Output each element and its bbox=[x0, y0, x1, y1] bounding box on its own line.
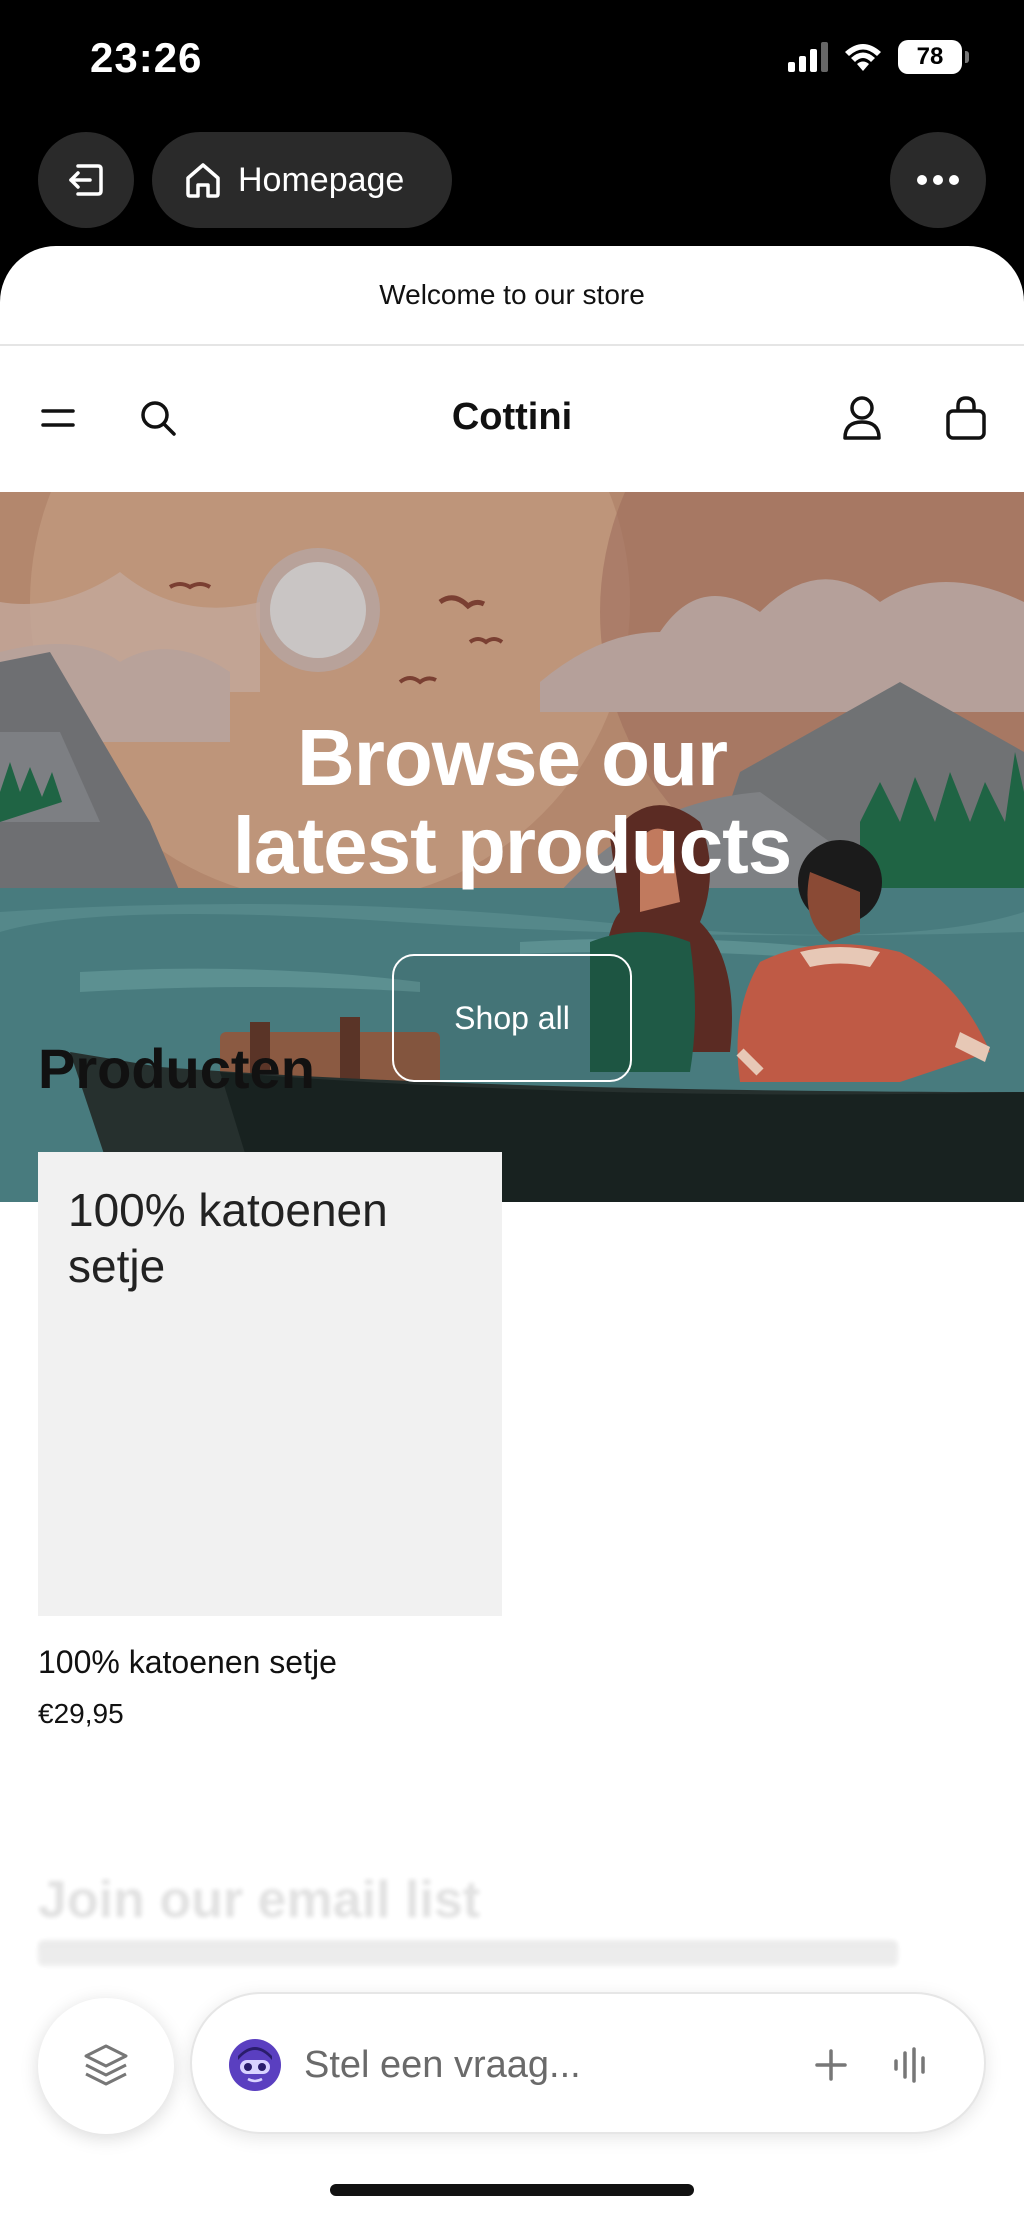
status-icons: 78 bbox=[788, 40, 969, 74]
add-button[interactable] bbox=[806, 2040, 856, 2090]
layers-icon bbox=[84, 2044, 128, 2086]
chat-input[interactable] bbox=[304, 2032, 784, 2098]
exit-button[interactable] bbox=[38, 132, 134, 228]
voice-button[interactable] bbox=[886, 2040, 936, 2090]
product-card-image[interactable]: 100% katoenen setje bbox=[38, 1152, 502, 1616]
voice-icon bbox=[894, 2047, 925, 2083]
product-price: €29,95 bbox=[38, 1698, 124, 1729]
status-time: 23:26 bbox=[90, 34, 203, 81]
status-bar: 23:26 78 bbox=[0, 0, 1024, 120]
product-image-placeholder-text: 100% katoenen setje bbox=[68, 1184, 388, 1292]
hero-title-line1: Browse our bbox=[296, 713, 728, 802]
product-name[interactable]: 100% katoenen setje bbox=[38, 1644, 337, 1681]
homepage-label: Homepage bbox=[238, 160, 405, 199]
more-button[interactable] bbox=[890, 132, 986, 228]
store-header: Cottini bbox=[0, 346, 1024, 492]
chat-bar bbox=[190, 1992, 986, 2134]
cart-button[interactable] bbox=[942, 394, 990, 442]
plus-icon bbox=[815, 2049, 847, 2081]
hero-title-line2: latest products bbox=[232, 801, 792, 890]
products-heading: Producten bbox=[38, 1037, 315, 1100]
battery-indicator: 78 bbox=[898, 40, 969, 74]
home-icon bbox=[186, 163, 220, 198]
cart-icon bbox=[946, 396, 986, 440]
assistant-avatar bbox=[229, 2039, 281, 2091]
more-icon bbox=[917, 175, 959, 185]
account-icon bbox=[843, 396, 881, 440]
homepage-button[interactable]: Homepage bbox=[152, 132, 452, 228]
home-indicator bbox=[330, 2184, 694, 2196]
shop-all-button[interactable]: Shop all bbox=[392, 954, 632, 1082]
hero-title: Browse our latest products bbox=[0, 714, 1024, 890]
account-button[interactable] bbox=[838, 394, 886, 442]
wifi-icon bbox=[845, 44, 881, 71]
email-list-heading: Join our email list bbox=[38, 1871, 481, 1929]
signal-icon bbox=[788, 42, 828, 72]
browser-nav: Homepage bbox=[0, 130, 1024, 230]
exit-icon bbox=[69, 164, 103, 196]
tabs-button[interactable] bbox=[38, 1998, 174, 2134]
announcement-bar: Welcome to our store bbox=[0, 246, 1024, 346]
